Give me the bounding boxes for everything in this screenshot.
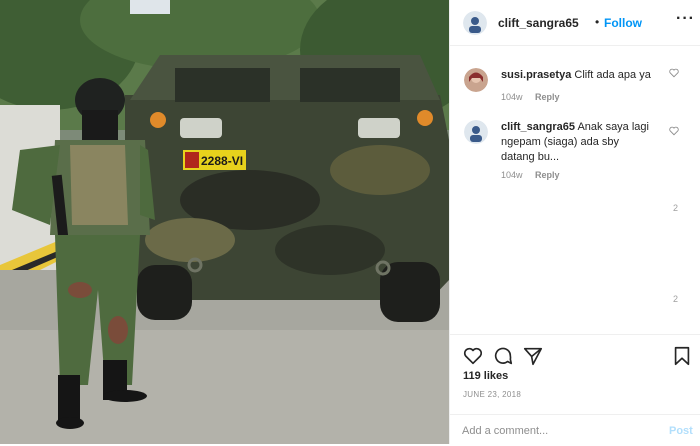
header-separator: • — [595, 15, 600, 29]
bookmark-icon[interactable] — [671, 345, 693, 367]
post-side-panel: clift_sangra65 • Follow ··· susi.prasety… — [449, 0, 700, 444]
post-date: JUNE 23, 2018 — [463, 390, 522, 399]
comment-body: clift_sangra65 Anak saya lagi ngepam (si… — [501, 120, 651, 165]
author-username[interactable]: clift_sangra65 — [498, 16, 579, 30]
soldier-and-armored-vehicle-image: 2288-VI — [0, 0, 449, 444]
license-plate-text: 2288-VI — [201, 154, 243, 168]
author-avatar[interactable] — [463, 11, 487, 35]
comment-age: 104w — [501, 92, 523, 102]
commenter-avatar[interactable] — [464, 68, 488, 92]
comment-username[interactable]: susi.prasetya — [501, 69, 571, 81]
heart-icon[interactable] — [462, 345, 484, 367]
comment-meta: 104w Reply — [501, 92, 570, 102]
comment-input[interactable] — [462, 422, 652, 440]
post-comment-button[interactable]: Post — [669, 425, 693, 437]
reply-button[interactable]: Reply — [535, 92, 560, 102]
like-comment-icon[interactable] — [669, 126, 679, 136]
comment-username[interactable]: clift_sangra65 — [501, 121, 575, 133]
likes-count[interactable]: 119 likes — [463, 370, 508, 382]
comment-body: susi.prasetya Clift ada apa ya — [501, 68, 651, 83]
add-comment-row: Post — [450, 414, 700, 446]
more-options-icon[interactable]: ··· — [676, 10, 695, 28]
post-photo[interactable]: 2288-VI — [0, 0, 449, 444]
scroll-marker: 2 — [673, 294, 679, 304]
follow-button[interactable]: Follow — [604, 16, 642, 30]
post-header: clift_sangra65 • Follow ··· — [450, 0, 700, 46]
comment-icon[interactable] — [492, 345, 514, 367]
comment-text: Clift ada apa ya — [574, 69, 651, 81]
reply-button[interactable]: Reply — [535, 170, 560, 180]
share-icon[interactable] — [522, 345, 544, 367]
like-comment-icon[interactable] — [669, 68, 679, 78]
post-actions: 119 likes JUNE 23, 2018 Post — [450, 334, 700, 445]
comment-age: 104w — [501, 170, 523, 180]
comment-meta: 104w Reply — [501, 170, 570, 180]
commenter-avatar[interactable] — [464, 120, 488, 144]
scroll-marker: 2 — [673, 203, 679, 213]
